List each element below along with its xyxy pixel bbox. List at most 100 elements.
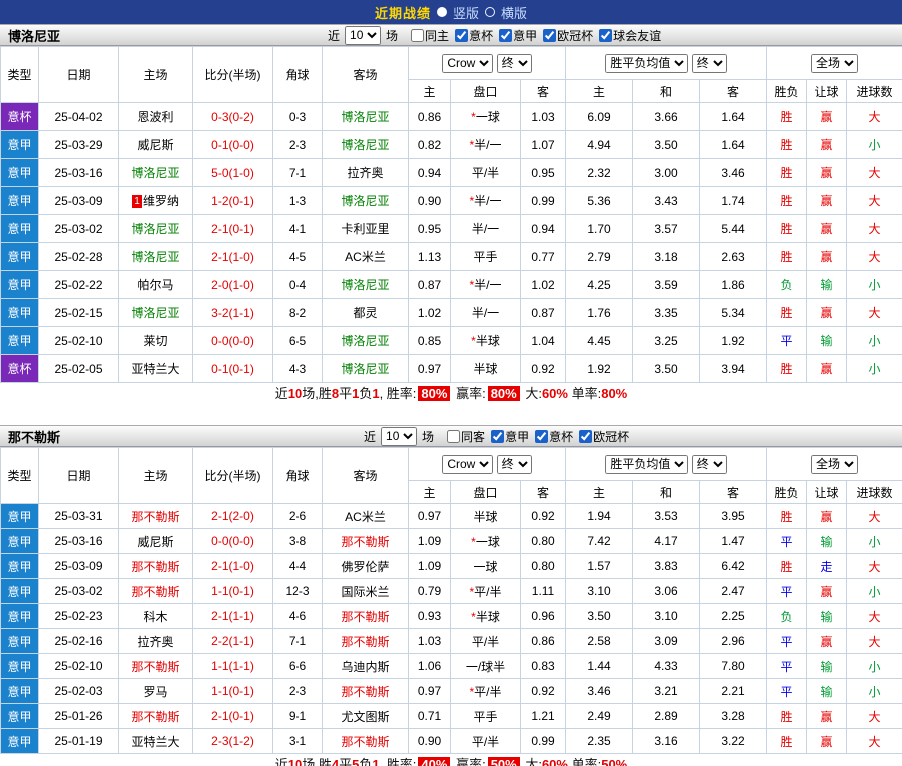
team-link[interactable]: 乌迪内斯 bbox=[341, 660, 389, 674]
team-link[interactable]: 罗马 bbox=[143, 685, 167, 699]
filter-意甲[interactable]: 意甲 bbox=[491, 428, 529, 445]
filter-欧冠杯[interactable]: 欧冠杯 bbox=[579, 428, 629, 445]
checkbox-意甲[interactable] bbox=[491, 430, 504, 443]
team-link[interactable]: 博洛尼亚 bbox=[341, 110, 389, 124]
cell-handicap-result: 输 bbox=[807, 271, 847, 299]
team-link[interactable]: 那不勒斯 bbox=[131, 710, 179, 724]
cell-handicap-result: 赢 bbox=[807, 243, 847, 271]
recent-count-select[interactable]: 10 bbox=[345, 26, 381, 45]
view-option-horizontal[interactable]: 横版 bbox=[501, 3, 527, 22]
team-link[interactable]: 博洛尼亚 bbox=[341, 138, 389, 152]
team-link[interactable]: 莱切 bbox=[143, 334, 167, 348]
team-link[interactable]: 那不勒斯 bbox=[341, 535, 389, 549]
team-link[interactable]: 卡利亚里 bbox=[341, 222, 389, 236]
summary-part: 80% bbox=[601, 386, 627, 401]
team-link[interactable]: 亚特兰大 bbox=[131, 362, 179, 376]
team-link[interactable]: 博洛尼亚 bbox=[131, 250, 179, 264]
europe-stage-select[interactable]: 终 bbox=[692, 455, 727, 474]
scope-select[interactable]: 全场 bbox=[811, 455, 858, 474]
odds-stage-select[interactable]: 终 bbox=[497, 455, 532, 474]
team-link[interactable]: 博洛尼亚 bbox=[131, 222, 179, 236]
team-link[interactable]: 维罗纳 bbox=[143, 194, 179, 208]
match-row: 意甲25-02-10那不勒斯1-1(1-1)6-6乌迪内斯1.06一/球半0.8… bbox=[1, 654, 902, 679]
team-link[interactable]: 博洛尼亚 bbox=[131, 306, 179, 320]
team-link[interactable]: 博洛尼亚 bbox=[341, 334, 389, 348]
cell-away: 那不勒斯 bbox=[323, 679, 409, 704]
team-link[interactable]: 那不勒斯 bbox=[341, 685, 389, 699]
filter-意甲[interactable]: 意甲 bbox=[499, 27, 537, 44]
team-link[interactable]: AC米兰 bbox=[345, 250, 386, 264]
team-link[interactable]: 那不勒斯 bbox=[131, 660, 179, 674]
checkbox-同主[interactable] bbox=[411, 29, 424, 42]
team-link[interactable]: 那不勒斯 bbox=[131, 510, 179, 524]
radio-vertical-selected-icon[interactable] bbox=[437, 7, 447, 17]
filter-意杯[interactable]: 意杯 bbox=[535, 428, 573, 445]
checkbox-意甲[interactable] bbox=[499, 29, 512, 42]
team-link[interactable]: 那不勒斯 bbox=[131, 585, 179, 599]
summary-part: 赢率: bbox=[452, 386, 485, 401]
team-link[interactable]: 博洛尼亚 bbox=[131, 166, 179, 180]
filter-球会友谊[interactable]: 球会友谊 bbox=[599, 27, 661, 44]
col-date: 日期 bbox=[39, 47, 119, 103]
team-link[interactable]: 博洛尼亚 bbox=[341, 362, 389, 376]
team-link[interactable]: 尤文图斯 bbox=[341, 710, 389, 724]
cell-goals: 小 bbox=[847, 271, 902, 299]
cell-date: 25-03-09 bbox=[39, 554, 119, 579]
team-link[interactable]: 威尼斯 bbox=[137, 535, 173, 549]
europe-source-select[interactable]: 胜平负均值 bbox=[605, 54, 688, 73]
team-link[interactable]: 科木 bbox=[143, 610, 167, 624]
team-link[interactable]: 国际米兰 bbox=[341, 585, 389, 599]
radio-horizontal-icon[interactable] bbox=[485, 7, 495, 17]
team-link[interactable]: 帕尔马 bbox=[137, 278, 173, 292]
col-euro-draw: 和 bbox=[633, 481, 700, 504]
cell-date: 25-03-31 bbox=[39, 504, 119, 529]
team-link[interactable]: 都灵 bbox=[353, 306, 377, 320]
checkbox-意杯[interactable] bbox=[535, 430, 548, 443]
results-table: 类型 日期 主场 比分(半场) 角球 客场 Crow 终 胜平负均值 终 bbox=[0, 46, 902, 383]
cell-outcome: 平 bbox=[767, 529, 807, 554]
odds-source-select[interactable]: Crow bbox=[442, 455, 493, 474]
team-link[interactable]: 恩波利 bbox=[137, 110, 173, 124]
cell-odds-away: 0.99 bbox=[521, 729, 566, 754]
team-link[interactable]: 威尼斯 bbox=[137, 138, 173, 152]
filter-同主[interactable]: 同主 bbox=[411, 27, 449, 44]
team-link[interactable]: 那不勒斯 bbox=[341, 735, 389, 749]
team-link[interactable]: 博洛尼亚 bbox=[341, 278, 389, 292]
cell-goals: 小 bbox=[847, 654, 902, 679]
filter-欧冠杯[interactable]: 欧冠杯 bbox=[543, 27, 593, 44]
team-link[interactable]: 博洛尼亚 bbox=[341, 194, 389, 208]
cell-handicap: 平/半 bbox=[451, 629, 521, 654]
cell-league: 意杯 bbox=[1, 355, 39, 383]
checkbox-欧冠杯[interactable] bbox=[579, 430, 592, 443]
checkbox-球会友谊[interactable] bbox=[599, 29, 612, 42]
cell-corner: 2-3 bbox=[273, 131, 323, 159]
team-link[interactable]: 亚特兰大 bbox=[131, 735, 179, 749]
cell-league: 意甲 bbox=[1, 579, 39, 604]
recent-count-select[interactable]: 10 bbox=[381, 427, 417, 446]
team-link[interactable]: 拉齐奥 bbox=[137, 635, 173, 649]
cell-home: 亚特兰大 bbox=[119, 355, 193, 383]
europe-source-select[interactable]: 胜平负均值 bbox=[605, 455, 688, 474]
team-link[interactable]: 那不勒斯 bbox=[131, 560, 179, 574]
checkbox-欧冠杯[interactable] bbox=[543, 29, 556, 42]
odds-source-select[interactable]: Crow bbox=[442, 54, 493, 73]
summary-line: 近10场,胜8平1负1, 胜率:80% 赢率:80% 大:60% 单率:80% bbox=[0, 383, 902, 405]
cell-date: 25-02-28 bbox=[39, 243, 119, 271]
checkbox-同客[interactable] bbox=[447, 430, 460, 443]
team-link[interactable]: AC米兰 bbox=[345, 510, 386, 524]
europe-stage-select[interactable]: 终 bbox=[692, 54, 727, 73]
filter-同客[interactable]: 同客 bbox=[447, 428, 485, 445]
view-option-vertical[interactable]: 竖版 bbox=[453, 3, 479, 22]
scope-select[interactable]: 全场 bbox=[811, 54, 858, 73]
team-link[interactable]: 那不勒斯 bbox=[341, 635, 389, 649]
cell-odds-away: 0.99 bbox=[521, 187, 566, 215]
col-away: 客场 bbox=[323, 448, 409, 504]
team-link[interactable]: 那不勒斯 bbox=[341, 610, 389, 624]
team-link[interactable]: 拉齐奥 bbox=[347, 166, 383, 180]
odds-stage-select[interactable]: 终 bbox=[497, 54, 532, 73]
cell-outcome: 胜 bbox=[767, 131, 807, 159]
checkbox-意杯[interactable] bbox=[455, 29, 468, 42]
cell-home: 博洛尼亚 bbox=[119, 243, 193, 271]
team-link[interactable]: 佛罗伦萨 bbox=[341, 560, 389, 574]
filter-意杯[interactable]: 意杯 bbox=[455, 27, 493, 44]
